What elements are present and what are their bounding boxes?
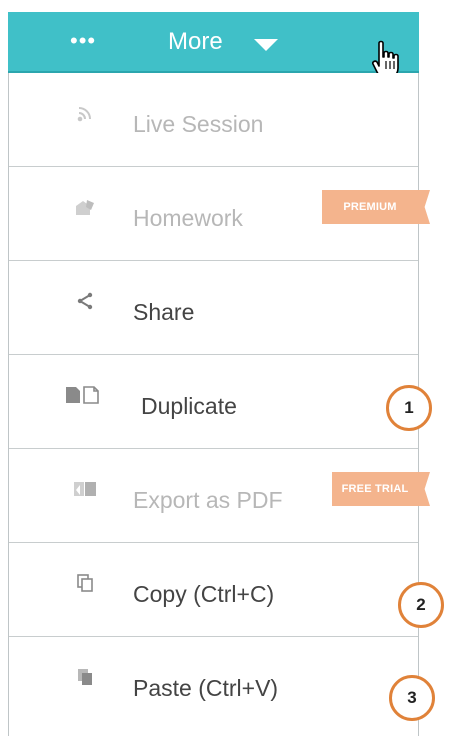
menu-item-label: Paste (Ctrl+V) (133, 675, 279, 701)
step-2-badge: 2 (398, 582, 444, 628)
menu-item-label: Share (133, 299, 195, 325)
share-icon (72, 291, 98, 311)
menu-item-label: Copy (Ctrl+C) (133, 581, 275, 607)
more-dropdown-menu: Live Session Homework PREMIUM Share Dupl… (8, 73, 430, 736)
premium-badge-tail (418, 190, 430, 224)
menu-item-paste[interactable]: Paste (Ctrl+V) (9, 637, 418, 731)
duplicate-icon (62, 385, 102, 405)
premium-badge: PREMIUM (322, 190, 418, 224)
more-dropdown-button[interactable]: ••• More (8, 12, 419, 79)
menu-item-homework[interactable]: Homework PREMIUM (9, 167, 430, 261)
menu-item-duplicate[interactable]: Duplicate (9, 355, 418, 449)
menu-item-copy[interactable]: Copy (Ctrl+C) (9, 543, 418, 637)
menu-item-share[interactable]: Share (9, 261, 418, 355)
menu-item-export-pdf[interactable]: Export as PDF FREE TRIAL (9, 449, 430, 543)
paste-icon (72, 667, 98, 687)
free-trial-badge-tail (418, 472, 430, 506)
step-1-badge: 1 (386, 385, 432, 431)
homework-icon (72, 197, 98, 217)
menu-item-live-session[interactable]: Live Session (9, 73, 418, 167)
caret-down-icon (254, 39, 278, 51)
broadcast-icon (72, 103, 98, 123)
step-3-badge: 3 (389, 675, 435, 721)
free-trial-badge: FREE TRIAL (332, 472, 418, 506)
more-label: More (168, 28, 223, 55)
menu-item-label: Duplicate (141, 393, 237, 419)
export-pdf-icon (69, 479, 101, 499)
menu-item-label: Export as PDF (133, 487, 283, 513)
more-dots-icon: ••• (70, 28, 97, 53)
more-menu-screen: ••• More Live Session Homework PREMIUM S… (0, 0, 461, 736)
menu-item-label: Homework (133, 205, 243, 231)
menu-item-label: Live Session (133, 111, 264, 137)
copy-icon (72, 573, 98, 593)
